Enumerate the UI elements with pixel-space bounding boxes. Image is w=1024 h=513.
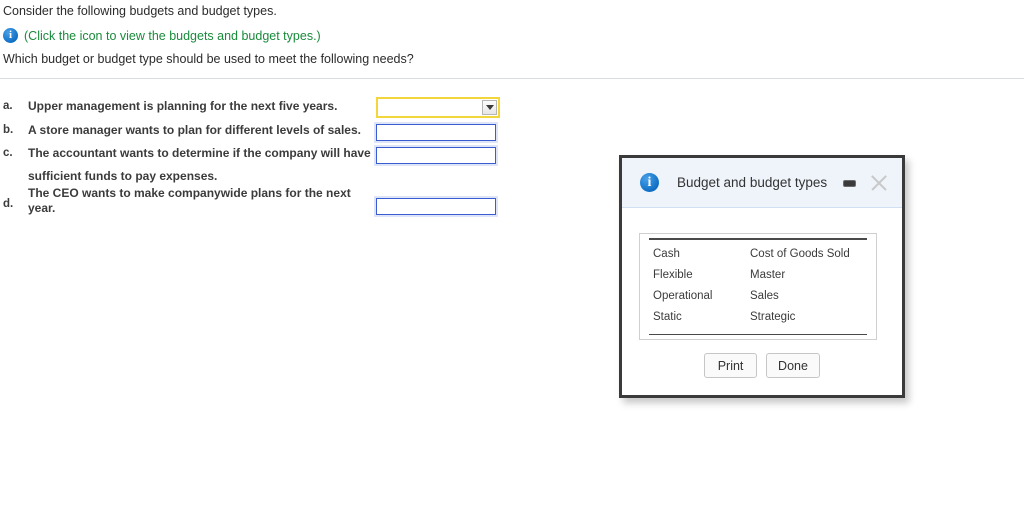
question-text-c: The accountant wants to determine if the…: [28, 145, 376, 184]
dialog-info-icon: i: [640, 173, 659, 192]
question-text-d-line2: year.: [28, 201, 56, 215]
dialog-button-bar: Print Done: [622, 353, 902, 378]
table-row: Flexible Master: [649, 265, 867, 286]
intro-line-2: Which budget or budget type should be us…: [3, 52, 414, 66]
table-row: Operational Sales: [649, 286, 867, 307]
chevron-down-icon[interactable]: [482, 100, 497, 115]
done-button[interactable]: Done: [766, 353, 820, 378]
section-divider: [0, 78, 1024, 79]
table-cell: Cash: [653, 247, 680, 260]
question-row-d: d. The CEO wants to make companywide pla…: [0, 186, 520, 217]
budget-types-dialog: i Budget and budget types Cash Cost of G…: [619, 155, 905, 398]
question-text-d-line1: The CEO wants to make companywide plans …: [28, 186, 351, 200]
table-row: Cash Cost of Goods Sold: [649, 240, 867, 265]
dialog-title: Budget and budget types: [677, 175, 828, 190]
answer-field-d-wrapper: [374, 186, 498, 217]
close-icon[interactable]: [868, 172, 890, 194]
question-list: a. Upper management is planning for the …: [0, 97, 520, 217]
question-text-a: Upper management is planning for the nex…: [28, 99, 338, 113]
question-text-b: A store manager wants to plan for differ…: [28, 123, 361, 137]
budget-types-table-box: Cash Cost of Goods Sold Flexible Master …: [639, 233, 877, 340]
table-cell: Strategic: [750, 310, 796, 323]
answer-field-c-wrapper: [374, 145, 498, 166]
answer-input-b[interactable]: [374, 122, 498, 143]
table-row: Static Strategic: [649, 307, 867, 328]
question-text-d: The CEO wants to make companywide plans …: [28, 186, 376, 216]
table-cell: Master: [750, 268, 786, 281]
question-text-c-line2: sufficient funds to pay expenses.: [28, 169, 218, 183]
answer-field-b-wrapper: [374, 122, 498, 143]
question-text-c-line1: The accountant wants to determine if the…: [28, 146, 371, 160]
view-budgets-link-text[interactable]: (Click the icon to view the budgets and …: [24, 29, 321, 43]
table-rule-bottom: [649, 333, 867, 335]
intro-block: Consider the following budgets and budge…: [3, 3, 1013, 76]
intro-line-1: Consider the following budgets and budge…: [3, 4, 277, 18]
info-icon[interactable]: i: [3, 28, 18, 43]
budget-types-table: Cash Cost of Goods Sold Flexible Master …: [649, 240, 867, 328]
table-cell: Operational: [653, 289, 713, 302]
question-row-c: c. The accountant wants to determine if …: [0, 145, 520, 186]
question-row-b: b. A store manager wants to plan for dif…: [0, 122, 520, 145]
answer-select-a[interactable]: [376, 97, 500, 118]
question-letter-d: d.: [3, 198, 14, 210]
question-letter-a: a.: [3, 100, 13, 112]
table-cell: Sales: [750, 289, 779, 302]
print-button[interactable]: Print: [704, 353, 758, 378]
answer-field-a-wrapper: [376, 97, 500, 118]
answer-input-d[interactable]: [374, 196, 498, 217]
dialog-header: i Budget and budget types: [622, 158, 902, 208]
table-cell: Static: [653, 310, 682, 323]
minimize-icon[interactable]: [843, 180, 856, 187]
question-row-a: a. Upper management is planning for the …: [0, 97, 520, 122]
view-budgets-hint[interactable]: i (Click the icon to view the budgets an…: [3, 28, 1013, 43]
question-letter-c: c.: [3, 147, 13, 159]
question-letter-b: b.: [3, 124, 14, 136]
answer-input-c[interactable]: [374, 145, 498, 166]
table-cell: Cost of Goods Sold: [750, 247, 850, 260]
table-cell: Flexible: [653, 268, 693, 281]
dialog-body: Cash Cost of Goods Sold Flexible Master …: [622, 208, 902, 395]
